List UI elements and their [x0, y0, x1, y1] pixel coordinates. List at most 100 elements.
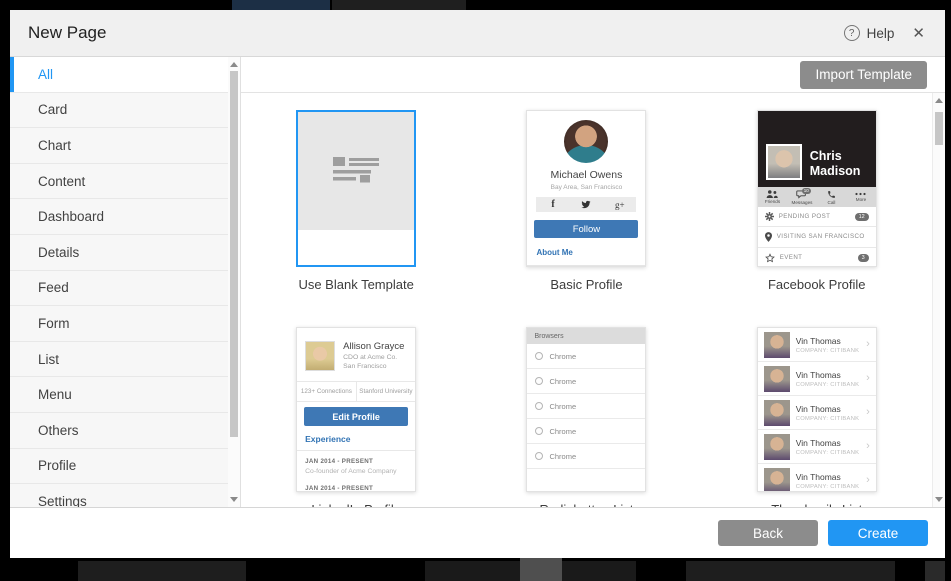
list-header: Browsers — [527, 328, 645, 344]
facebook-action-bar: Friends 10 Messages Ca — [758, 187, 876, 207]
template-toolbar: Import Template — [241, 57, 945, 93]
radio-icon — [535, 377, 543, 385]
sidebar-item-label: Details — [38, 245, 79, 260]
template-label: LinkedIn Profile — [311, 502, 401, 507]
sidebar-item-form[interactable]: Form — [10, 306, 228, 342]
help-label: Help — [867, 26, 895, 41]
about-me-link: About Me — [527, 248, 572, 257]
import-template-button[interactable]: Import Template — [800, 61, 927, 89]
content-scrollbar[interactable] — [932, 93, 945, 507]
radio-icon — [535, 452, 543, 460]
experience-period: JAN 2014 - PRESENT — [297, 451, 415, 465]
avatar — [764, 468, 790, 493]
messages-badge: 10 — [802, 188, 811, 194]
visiting-row: VISITING SAN FRANCISCO — [758, 227, 876, 247]
sidebar-item-menu[interactable]: Menu — [10, 377, 228, 413]
profile-location: Bay Area, San Francisco — [551, 184, 623, 191]
sidebar-scrollbar-thumb[interactable] — [230, 71, 238, 437]
page-title: New Page — [28, 23, 106, 43]
backdrop-fragment — [925, 561, 945, 581]
sidebar-item-label: Card — [38, 102, 67, 117]
avatar — [564, 120, 608, 163]
avatar — [766, 144, 802, 180]
scroll-down-icon[interactable] — [935, 497, 943, 502]
follow-button: Follow — [534, 220, 638, 238]
template-label: Facebook Profile — [768, 277, 866, 293]
sidebar-item-label: List — [38, 352, 59, 367]
scroll-up-icon[interactable] — [230, 62, 238, 67]
avatar — [764, 434, 790, 460]
avatar — [764, 366, 790, 392]
sidebar-item-label: Form — [38, 316, 70, 331]
template-card-thumbnails-list[interactable]: Vin ThomasCOMPANY: CITIBANK › Vin Thomas… — [757, 327, 877, 492]
sidebar-item-list[interactable]: List — [10, 342, 228, 378]
create-button[interactable]: Create — [828, 520, 928, 546]
friends-icon — [766, 190, 778, 198]
more-action: More — [846, 187, 876, 207]
profile-name: Allison Grayce — [343, 341, 404, 352]
sidebar-item-card[interactable]: Card — [10, 93, 228, 129]
sidebar-item-all[interactable]: All — [10, 57, 228, 93]
sidebar-item-label: Chart — [38, 138, 71, 153]
template-label: Radiobutton List — [539, 502, 633, 507]
sidebar-item-settings[interactable]: Settings — [10, 484, 228, 507]
list-item: Vin ThomasCOMPANY: CITIBANK › — [758, 396, 876, 430]
sidebar-item-content[interactable]: Content — [10, 164, 228, 200]
close-icon[interactable]: ✕ — [910, 22, 927, 44]
facebook-icon: f — [536, 197, 569, 213]
profile-name: Chris Madison — [810, 149, 861, 180]
radio-row: Chrome — [527, 444, 645, 469]
avatar — [305, 341, 335, 371]
friends-action: Friends — [758, 187, 788, 207]
template-card-facebook-profile[interactable]: Chris Madison Friends — [757, 110, 877, 267]
sidebar-item-label: Others — [38, 423, 79, 438]
new-page-dialog: New Page ? Help ✕ All Card Chart Content… — [10, 10, 945, 558]
sidebar-item-label: Content — [38, 174, 85, 189]
chevron-right-icon: › — [866, 475, 870, 486]
twitter-icon — [570, 197, 603, 213]
pending-post-badge: 12 — [855, 213, 869, 221]
template-card-blank[interactable] — [296, 110, 416, 267]
messages-action: 10 Messages — [787, 187, 817, 207]
template-label: Use Blank Template — [298, 277, 413, 293]
sidebar-item-profile[interactable]: Profile — [10, 449, 228, 485]
edit-profile-button: Edit Profile — [304, 407, 408, 426]
template-card-linkedin-profile[interactable]: Allison Grayce CDO at Acme Co. San Franc… — [296, 327, 416, 492]
backdrop-fragment — [520, 558, 562, 581]
chevron-right-icon: › — [866, 407, 870, 418]
experience-title: Co-founder of Acme Company — [297, 465, 415, 475]
scroll-down-icon[interactable] — [230, 497, 238, 502]
scroll-up-icon[interactable] — [935, 98, 943, 103]
radio-row: Chrome — [527, 419, 645, 444]
sidebar-item-label: Profile — [38, 458, 76, 473]
dialog-header: New Page ? Help ✕ — [10, 10, 945, 57]
radio-icon — [535, 352, 543, 360]
sidebar-item-details[interactable]: Details — [10, 235, 228, 271]
back-button[interactable]: Back — [718, 520, 818, 546]
template-card-basic-profile[interactable]: Michael Owens Bay Area, San Francisco f … — [526, 110, 646, 267]
help-icon: ? — [844, 25, 860, 41]
sidebar-item-chart[interactable]: Chart — [10, 128, 228, 164]
sidebar-scrollbar[interactable] — [228, 57, 241, 507]
list-item: Vin ThomasCOMPANY: CITIBANK › — [758, 430, 876, 464]
avatar — [764, 332, 790, 358]
sidebar-item-others[interactable]: Others — [10, 413, 228, 449]
sidebar-item-feed[interactable]: Feed — [10, 271, 228, 307]
help-button[interactable]: ? Help — [844, 25, 895, 41]
dialog-footer: Back Create — [10, 507, 945, 558]
radio-icon — [535, 427, 543, 435]
sidebar-item-dashboard[interactable]: Dashboard — [10, 199, 228, 235]
template-card-radiobutton-list[interactable]: Browsers Chrome Chrome Chrome Chrome Chr… — [526, 327, 646, 492]
event-row: EVENT 3 — [758, 248, 876, 267]
pending-post-row: PENDING POST 12 — [758, 207, 876, 227]
pin-icon — [765, 232, 772, 242]
radio-icon — [535, 402, 543, 410]
social-bar: f g+ — [536, 197, 636, 213]
list-item: Vin ThomasCOMPANY: CITIBANK › — [758, 362, 876, 396]
call-action: Call — [817, 187, 847, 207]
content-scrollbar-thumb[interactable] — [935, 112, 943, 145]
chevron-right-icon: › — [866, 441, 870, 452]
call-icon — [827, 190, 836, 199]
category-sidebar: All Card Chart Content Dashboard Details… — [10, 57, 228, 507]
profile-name: Michael Owens — [551, 169, 623, 181]
